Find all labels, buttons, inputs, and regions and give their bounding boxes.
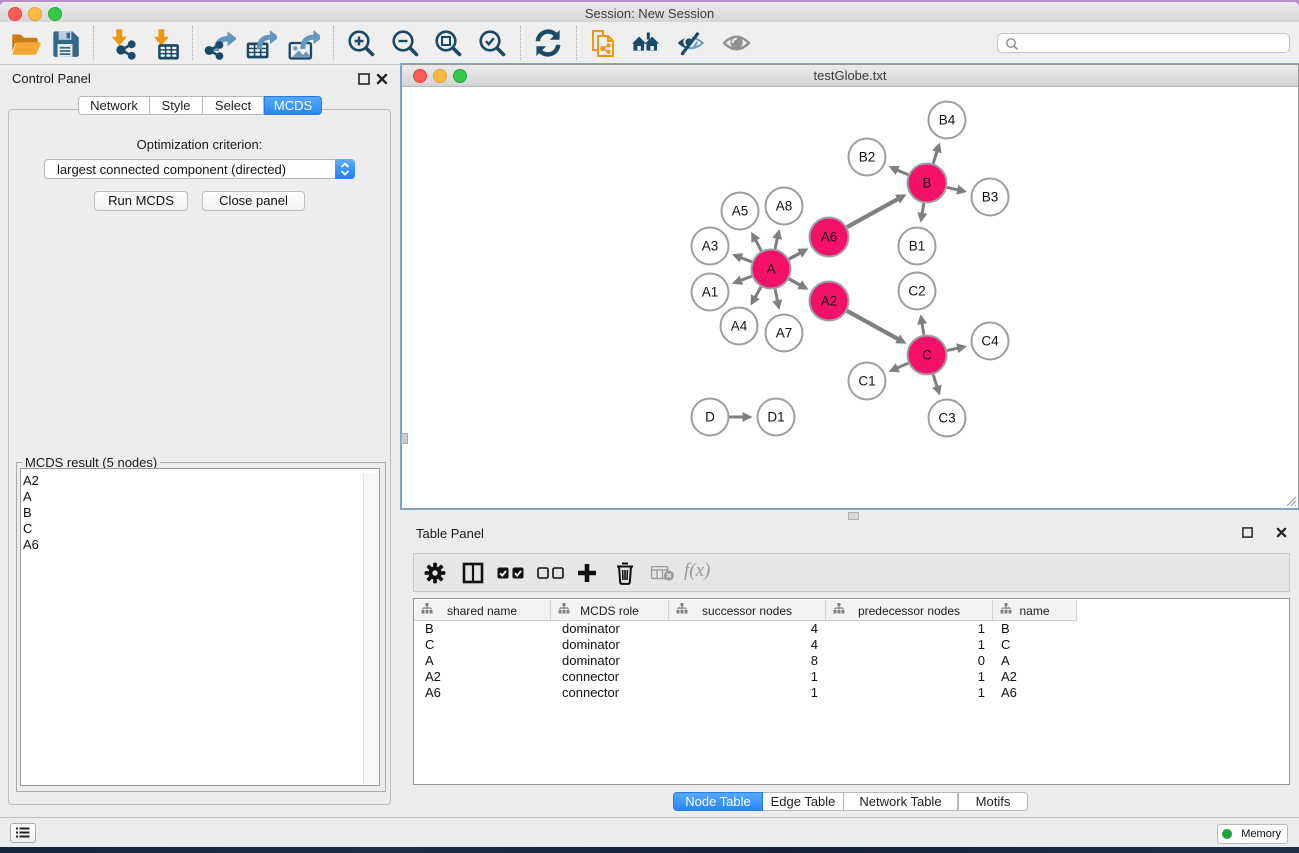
svg-text:A7: A7 xyxy=(776,326,793,341)
svg-text:A: A xyxy=(766,262,775,277)
svg-text:A5: A5 xyxy=(732,204,749,219)
svg-text:C1: C1 xyxy=(858,374,875,389)
svg-text:A3: A3 xyxy=(702,239,719,254)
svg-text:C2: C2 xyxy=(908,284,925,299)
svg-text:B: B xyxy=(922,176,931,191)
svg-text:B1: B1 xyxy=(909,239,926,254)
svg-text:C4: C4 xyxy=(981,334,999,349)
svg-text:D1: D1 xyxy=(767,410,784,425)
svg-text:A6: A6 xyxy=(821,230,838,245)
svg-text:B2: B2 xyxy=(859,150,876,165)
svg-text:C: C xyxy=(922,348,932,363)
svg-text:A2: A2 xyxy=(821,294,838,309)
svg-text:C3: C3 xyxy=(938,411,955,426)
svg-text:B3: B3 xyxy=(982,190,999,205)
svg-text:A1: A1 xyxy=(702,285,719,300)
svg-text:A8: A8 xyxy=(776,199,793,214)
svg-text:A4: A4 xyxy=(731,319,748,334)
svg-text:B4: B4 xyxy=(939,113,956,128)
svg-text:D: D xyxy=(705,410,715,425)
